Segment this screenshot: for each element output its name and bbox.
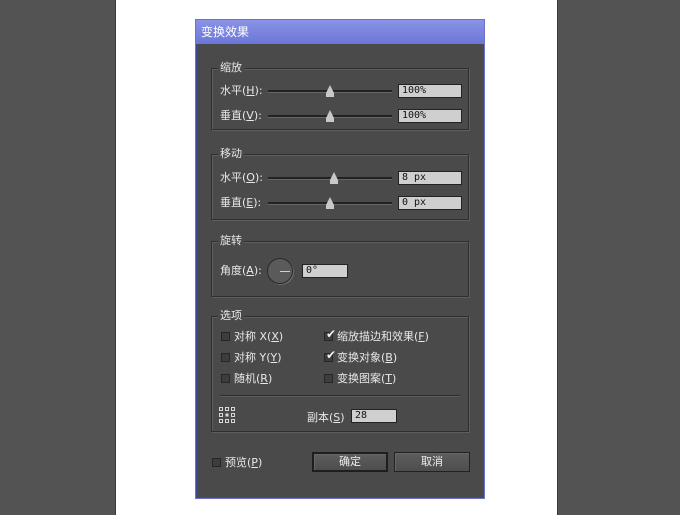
random-checkbox[interactable] bbox=[221, 374, 230, 383]
scale-vertical-slider[interactable] bbox=[268, 110, 392, 122]
rotate-group: 旋转 角度(A): 0° bbox=[211, 234, 469, 297]
reference-point-icon[interactable] bbox=[219, 407, 235, 423]
move-horizontal-input[interactable]: 8 px bbox=[398, 171, 462, 185]
random-label[interactable]: 随机(R) bbox=[234, 370, 272, 386]
scale-strokes-label[interactable]: 缩放描边和效果(F) bbox=[337, 328, 429, 344]
scale-group-title: 缩放 bbox=[218, 61, 244, 75]
scale-strokes-checkbox[interactable]: ✔ bbox=[324, 328, 336, 341]
reflect-y-label[interactable]: 对称 Y(Y) bbox=[234, 349, 282, 365]
checkmark-icon: ✔ bbox=[326, 327, 337, 341]
dialog-title[interactable]: 变换效果 bbox=[196, 20, 484, 44]
angle-input[interactable]: 0° bbox=[302, 264, 348, 278]
options-group-title: 选项 bbox=[218, 309, 244, 323]
preview-checkbox[interactable] bbox=[212, 458, 221, 467]
scale-horizontal-input[interactable]: 100% bbox=[398, 84, 462, 98]
scale-group: 缩放 水平(H): 100% 垂直(V): 100% bbox=[211, 61, 469, 130]
angle-dial-hand bbox=[280, 271, 290, 272]
scale-horizontal-slider-thumb[interactable] bbox=[326, 85, 334, 97]
move-vertical-slider-thumb[interactable] bbox=[326, 197, 334, 209]
checkmark-icon: ✔ bbox=[326, 348, 337, 362]
cancel-button[interactable]: 取消 bbox=[394, 452, 470, 472]
move-horizontal-label: 水平(O): bbox=[220, 171, 263, 184]
transform-patterns-label[interactable]: 变换图案(T) bbox=[337, 370, 396, 386]
reflect-y-checkbox[interactable] bbox=[221, 353, 230, 362]
move-vertical-input[interactable]: 0 px bbox=[398, 196, 462, 210]
preview-label[interactable]: 预览(P) bbox=[225, 454, 262, 470]
move-vertical-label: 垂直(E): bbox=[220, 196, 262, 209]
move-group: 移动 水平(O): 8 px 垂直(E): 0 px bbox=[211, 147, 469, 220]
angle-dial[interactable] bbox=[267, 258, 293, 284]
copies-input[interactable]: 28 bbox=[351, 409, 397, 423]
transform-patterns-checkbox[interactable] bbox=[324, 374, 333, 383]
reflect-x-label[interactable]: 对称 X(X) bbox=[234, 328, 283, 344]
copies-label: 副本(S) bbox=[307, 411, 345, 424]
move-group-title: 移动 bbox=[218, 147, 244, 161]
move-horizontal-slider[interactable] bbox=[268, 172, 392, 184]
ok-button[interactable]: 确定 bbox=[312, 452, 388, 472]
transform-objects-label[interactable]: 变换对象(B) bbox=[337, 349, 397, 365]
scale-vertical-input[interactable]: 100% bbox=[398, 109, 462, 123]
transform-effect-dialog: 变换效果 缩放 水平(H): 100% 垂直(V): 100% 移动 水平(O)… bbox=[195, 19, 485, 499]
scale-vertical-slider-thumb[interactable] bbox=[326, 110, 334, 122]
move-horizontal-slider-thumb[interactable] bbox=[329, 172, 338, 184]
scale-horizontal-slider[interactable] bbox=[268, 85, 392, 97]
options-group: 选项 对称 X(X) 对称 Y(Y) 随机(R) ✔ 缩放描边和效果(F) ✔ … bbox=[211, 309, 469, 432]
reflect-x-checkbox[interactable] bbox=[221, 332, 230, 341]
options-separator bbox=[220, 395, 460, 397]
rotate-angle-label: 角度(A): bbox=[220, 264, 262, 277]
rotate-group-title: 旋转 bbox=[218, 234, 244, 248]
move-vertical-slider[interactable] bbox=[268, 197, 392, 209]
scale-horizontal-label: 水平(H): bbox=[220, 84, 263, 97]
transform-objects-checkbox[interactable]: ✔ bbox=[324, 349, 336, 362]
scale-vertical-label: 垂直(V): bbox=[220, 109, 262, 122]
